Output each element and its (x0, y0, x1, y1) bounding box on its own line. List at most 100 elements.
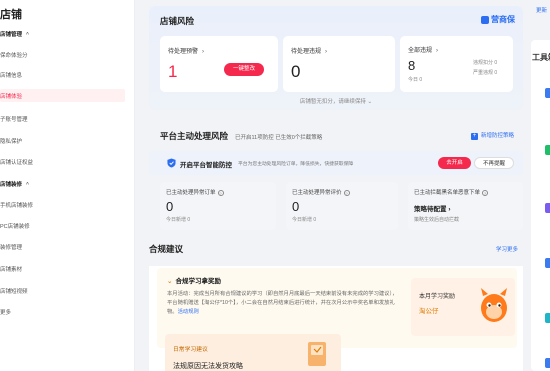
reward-name: 淘公仔 (419, 308, 439, 315)
pending-warning-box[interactable]: 待处理预警 › 1 一键整改 (160, 36, 278, 92)
all-violations-count: 8 (408, 58, 416, 73)
sidebar-item-label: 装修管理 (0, 245, 23, 251)
toolbox-title: 工具箱 (532, 53, 550, 62)
pending-violation-count: 0 (291, 62, 301, 81)
taobao-doll-mascot-icon (481, 288, 507, 322)
chevron-right-icon: › (202, 49, 205, 55)
chevron-up-icon: ^ (26, 182, 29, 188)
stat-label: 已主动处理异常订单 (166, 190, 216, 196)
pending-violation-box[interactable]: 待处理违规 › 0 (283, 36, 395, 92)
compliance-edu-card: ⌄ 合规学习拿奖励 本月活动：完成当月所有合规建议的学习（即自然月月底最后一天结束… (149, 266, 523, 371)
right-top-link[interactable]: 更新 (536, 6, 547, 14)
stat-value: 策略待配置 › (414, 206, 451, 213)
sidebar-item[interactable]: 装修管理 (0, 243, 22, 251)
stat-value: 0 (292, 199, 300, 214)
monthly-reward-card: 本月学习奖励 淘公仔 (411, 278, 515, 336)
chevron-right-icon: › (436, 48, 439, 54)
stat-value: 0 (166, 199, 174, 214)
tool-icon-5[interactable] (545, 313, 550, 323)
sidebar-item-label: 更多 (0, 310, 12, 316)
sidebar-item[interactable]: 保命体验分 (0, 51, 28, 59)
sidebar-item[interactable]: 店铺信息 (0, 71, 22, 79)
edu-title: ⌄ 合规学习拿奖励 (167, 278, 221, 285)
sidebar-item[interactable]: 手机店铺装修 (0, 201, 33, 209)
sidebar-item[interactable]: 店铺体验 (0, 92, 22, 100)
daily-tip-card[interactable]: 日常学习建议 法规原因无法发货攻略 (165, 334, 341, 371)
sidebar-item-label: 店铺管理 (0, 32, 23, 38)
chevron-down-icon: ⌄ (367, 99, 373, 105)
sidebar-item[interactable]: PC店铺装修 (0, 222, 30, 230)
shield-logo-icon (481, 15, 489, 24)
sidebar-item-label: 隐私保护 (0, 139, 23, 145)
sidebar-item[interactable]: 更多 (0, 308, 11, 316)
stat-sub: 今日新增 0 (166, 217, 191, 223)
store-risk-card: 店铺风险 营商保 待处理预警 › 1 一键整改 待处理违规 › 0 全部违规 › 8 … (149, 6, 523, 110)
today-count: 今日 0 (408, 77, 423, 83)
stat-label: 已主动处理异常评价 (292, 190, 342, 196)
sidebar-item-label: 手机店铺装修 (0, 203, 34, 209)
store-risk-title: 店铺风险 (160, 16, 195, 26)
daily-tip-tag: 日常学习建议 (173, 347, 208, 353)
add-strategy-link[interactable]: + 新增防控策略 (471, 131, 514, 140)
sidebar-item-label: 子账号管理 (0, 117, 28, 123)
sidebar-title: 店铺 (0, 9, 22, 21)
activity-rules-link[interactable]: 活动规则 (178, 309, 199, 315)
tool-icon-2[interactable] (545, 145, 550, 155)
stat-blacklist[interactable]: 已主动拦截黑名单恶意下单? 策略待配置 › 策略生效后自动拦截 (408, 182, 523, 230)
sidebar-item[interactable]: 店铺认证权益 (0, 158, 33, 166)
learn-more-link[interactable]: 学习更多 (496, 245, 518, 253)
enable-protection-button[interactable]: 去开启 (438, 157, 471, 169)
help-icon[interactable]: ? (482, 189, 489, 196)
all-violations-label: 全部违规 (408, 48, 433, 54)
yingshangbao-logo[interactable]: 营商保 (481, 14, 515, 25)
compliance-title: 合规建议 (149, 244, 184, 254)
stat-sub: 今日新增 0 (292, 217, 317, 223)
dismiss-reminder-button[interactable]: 不再提醒 (474, 157, 514, 169)
tool-icon-3[interactable] (545, 203, 550, 213)
pending-violation-label: 待处理违规 (291, 49, 322, 55)
risk-footer-note: 店铺暂无扣分，请继续保持 ⌄ (299, 99, 373, 105)
sidebar-group-header[interactable]: 店铺装修 ^ (0, 180, 29, 188)
help-icon[interactable]: ? (217, 189, 224, 196)
sidebar-item-label: 保命体验分 (0, 53, 28, 59)
sidebar-item[interactable]: 店铺短视频 (0, 287, 28, 295)
sidebar-item[interactable]: 子账号管理 (0, 115, 28, 123)
tool-icon-6[interactable] (545, 358, 550, 368)
plus-icon: + (471, 133, 478, 140)
stat-abnormal-orders[interactable]: 已主动处理异常订单? 0 今日新增 0 (160, 182, 276, 230)
sidebar-item[interactable]: 店铺素材 (0, 265, 22, 273)
tool-icon-4[interactable] (545, 258, 550, 268)
sidebar-item-label: 店铺体验 (0, 94, 23, 100)
one-click-fix-button[interactable]: 一键整改 (224, 63, 264, 76)
book-icon (308, 342, 326, 366)
chevron-down-icon: ⌄ (167, 278, 173, 285)
stat-abnormal-reviews[interactable]: 已主动处理异常评价? 0 今日新增 0 (286, 182, 398, 230)
proactive-risk-title: 平台主动处理风险 (160, 131, 229, 141)
chevron-right-icon: › (325, 49, 328, 55)
smart-protection-title: 开启平台智能防控 (180, 162, 232, 169)
stat-sub: 策略生效后自动拦截 (414, 217, 460, 223)
smart-protection-banner: 开启平台智能防控 平台为您主动处理风险订单，降低损失，快捷获取保障 去开启 不再… (149, 151, 523, 175)
shield-check-icon (167, 158, 176, 168)
all-violations-box[interactable]: 全部违规 › 8 今日 0 违规扣分 0 严重违规 0 (400, 36, 513, 92)
sidebar: 店铺 店铺管理 ^ 保命体验分 店铺信息 店铺体验 子账号管理 隐私保护 店铺认证权益 店铺装修… (0, 0, 135, 371)
sidebar-item-label: 店铺素材 (0, 267, 23, 273)
help-icon[interactable]: ? (343, 189, 350, 196)
smart-protection-desc: 平台为您主动处理风险订单，降低损失，快捷获取保障 (238, 162, 354, 167)
stat-label: 已主动拦截黑名单恶意下单 (414, 190, 481, 196)
sidebar-group-header[interactable]: 店铺管理 ^ (0, 30, 29, 38)
sidebar-item[interactable]: 隐私保护 (0, 137, 22, 145)
reward-title: 本月学习奖励 (419, 294, 456, 300)
chevron-up-icon: ^ (26, 32, 29, 38)
edu-description: 本月活动：完成当月所有合规建议的学习（即自然月月底最后一天结束前没有未完成的学习… (167, 291, 398, 315)
pending-warning-count: 1 (168, 62, 178, 81)
tool-icon-1[interactable] (545, 88, 550, 98)
proactive-risk-subtitle: 已开启11项防控 已生效0个拦截策略 (235, 135, 323, 141)
logo-text: 营商保 (491, 15, 515, 24)
sidebar-item-label: 店铺认证权益 (0, 160, 34, 166)
violation-points: 违规扣分 0 (473, 60, 498, 66)
sidebar-item-label: 店铺短视频 (0, 289, 28, 295)
pending-warning-label: 待处理预警 (168, 49, 199, 55)
daily-tip-title: 法规原因无法发货攻略 (173, 363, 243, 370)
sidebar-item-label: 店铺装修 (0, 182, 23, 188)
